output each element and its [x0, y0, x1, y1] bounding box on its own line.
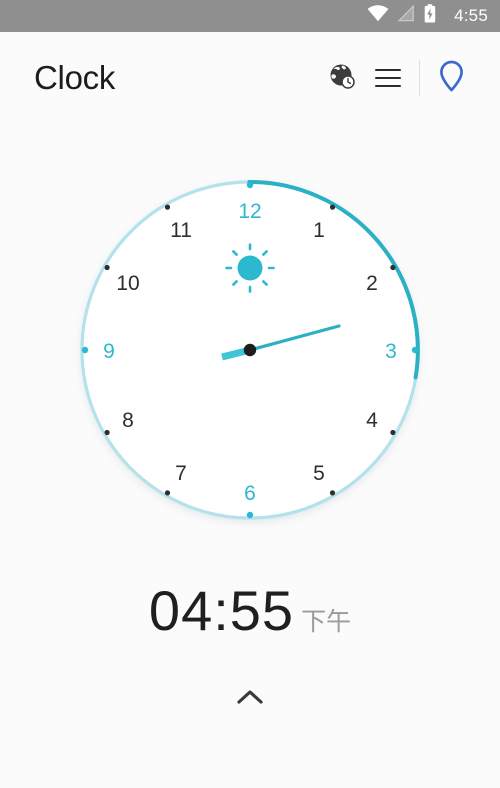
expand-button[interactable] [226, 676, 274, 724]
clock-numeral-4: 4 [366, 409, 378, 432]
menu-button[interactable] [365, 55, 411, 101]
location-pin-icon [438, 60, 465, 97]
status-bar-clock: 4:55 [454, 6, 488, 25]
world-clock-icon [327, 61, 357, 96]
status-bar: 4:55 [0, 0, 500, 32]
clock-numeral-6: 6 [244, 482, 256, 505]
digital-time-period: 下午 [301, 607, 352, 636]
world-clock-button[interactable] [319, 55, 365, 101]
clock-numeral-1: 1 [313, 219, 325, 242]
clock-numeral-3: 3 [385, 340, 397, 363]
clock-numeral-9: 9 [103, 340, 115, 363]
clock-numeral-7: 7 [175, 462, 187, 485]
app-bar-actions [319, 55, 474, 101]
chevron-up-icon [235, 688, 265, 713]
app-bar-divider [419, 60, 420, 96]
clock-numeral-2: 2 [366, 272, 378, 295]
menu-icon [375, 69, 401, 87]
clock-numeral-12: 12 [238, 200, 261, 223]
clock-numeral-11: 11 [170, 219, 192, 242]
page-title: Clock [34, 59, 116, 96]
wifi-icon [367, 5, 389, 27]
analog-clock-face: 12 1 2 3 4 5 6 7 8 9 10 11 [80, 180, 420, 520]
analog-clock[interactable]: 12 1 2 3 4 5 6 7 8 9 10 11 [70, 170, 430, 530]
clock-numeral-5: 5 [313, 462, 325, 485]
location-button[interactable] [428, 55, 474, 101]
battery-charging-icon [424, 4, 436, 28]
digital-time-value: 04:55 [148, 579, 295, 642]
digital-time: 04:55 下午 [0, 578, 500, 643]
app-bar: Clock [0, 32, 500, 124]
status-bar-icons: 4:55 [367, 4, 488, 28]
clock-numeral-10: 10 [116, 272, 139, 295]
clock-center-hub [243, 343, 257, 357]
cellular-signal-icon [397, 4, 415, 27]
clock-numeral-8: 8 [122, 409, 134, 432]
